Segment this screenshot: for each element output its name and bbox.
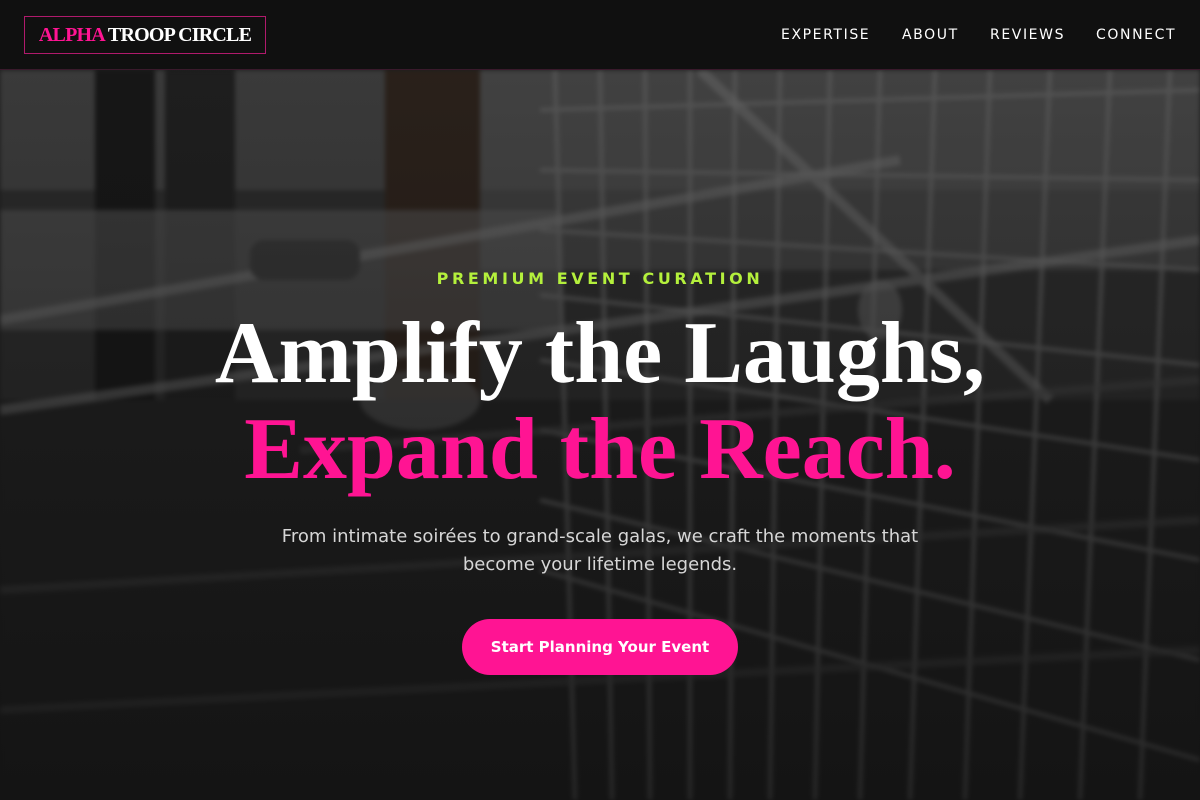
top-navbar: ALPHA TROOP CIRCLE EXPERTISE ABOUT REVIE… [0,0,1200,70]
brand-logo[interactable]: ALPHA TROOP CIRCLE [24,16,266,54]
nav-link-expertise[interactable]: EXPERTISE [781,27,871,43]
hero-headline-line-1: Amplify the Laughs, [214,305,986,402]
logo-text-troop-circle: TROOP CIRCLE [107,23,252,46]
hero-subtext: From intimate soirées to grand-scale gal… [281,526,919,575]
hero-eyebrow: PREMIUM EVENT CURATION [436,269,764,288]
hero-headline-line-2: Expand the Reach. [244,401,956,498]
start-planning-button[interactable]: Start Planning Your Event [462,619,738,675]
hero-content: PREMIUM EVENT CURATION Amplify the Laugh… [0,70,1200,800]
nav-link-about[interactable]: ABOUT [902,27,962,43]
nav-link-connect[interactable]: CONNECT [1096,27,1176,43]
page: ALPHA TROOP CIRCLE EXPERTISE ABOUT REVIE… [0,0,1200,800]
logo-text-alpha: ALPHA [38,23,106,46]
hero-section: PREMIUM EVENT CURATION Amplify the Laugh… [0,70,1200,800]
nav-link-reviews[interactable]: REVIEWS [990,27,1065,43]
